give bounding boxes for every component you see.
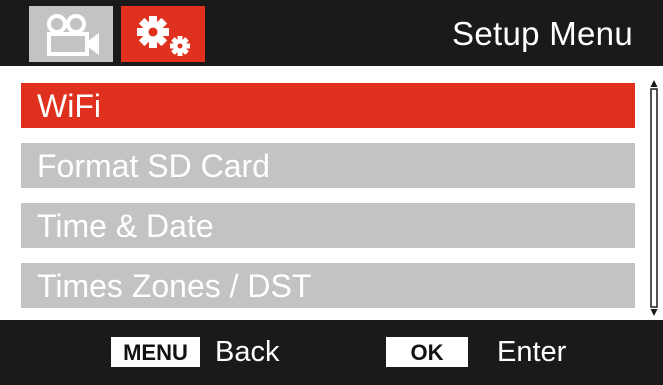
gears-icon: [137, 16, 190, 56]
video-camera-icon: [47, 14, 99, 56]
scroll-track[interactable]: [650, 88, 658, 308]
menu-item-time-date[interactable]: Time & Date: [21, 203, 635, 248]
page-title: Setup Menu: [452, 15, 633, 52]
tab-setup[interactable]: [121, 6, 205, 62]
back-hint-label: Back: [215, 336, 280, 368]
menu-item-time-zones-dst[interactable]: Times Zones / DST: [21, 263, 635, 308]
scroll-down-arrow-icon[interactable]: [650, 309, 658, 316]
menu-item-format-sd-card[interactable]: Format SD Card: [21, 143, 635, 188]
dashcam-screen: Setup Menu WiFi Format SD Card Time & Da…: [0, 0, 663, 385]
enter-hint-label: Enter: [497, 336, 567, 368]
footer-bar: MENU Back OK Enter: [0, 320, 663, 385]
ok-key-badge: OK: [386, 337, 468, 367]
tab-video[interactable]: [29, 6, 113, 62]
scroll-up-arrow-icon[interactable]: [650, 80, 658, 87]
menu-item-wifi[interactable]: WiFi: [21, 83, 635, 128]
menu-panel: WiFi Format SD Card Time & Date Times Zo…: [0, 66, 663, 320]
scrollbar[interactable]: [646, 80, 662, 316]
header-bar: Setup Menu: [0, 0, 663, 66]
menu-key-badge: MENU: [111, 337, 200, 367]
